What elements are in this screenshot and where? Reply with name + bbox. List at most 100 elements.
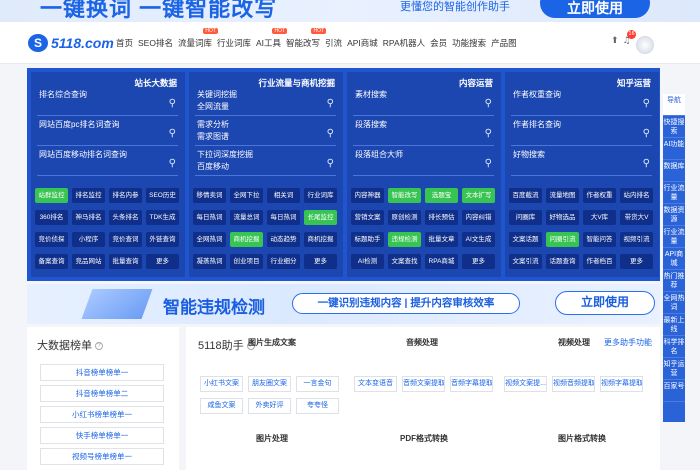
field-option[interactable]: 全网流量 [197, 101, 229, 112]
nav-item[interactable]: 会员 [430, 37, 447, 49]
tool-chip[interactable]: 外链查询 [146, 232, 179, 247]
search-icon[interactable]: ⚲ [643, 98, 650, 109]
tool-chip[interactable]: 带货大V [620, 210, 653, 225]
search-icon[interactable]: ⚲ [327, 128, 334, 139]
tool-chip[interactable]: 行业词库 [304, 188, 337, 203]
nav-item[interactable]: RPA机器人 [383, 37, 425, 49]
tool-chip[interactable]: 头条排名 [109, 210, 142, 225]
tool-chip[interactable]: SEO历史 [146, 188, 179, 203]
tool-chip[interactable]: 动态趋势 [267, 232, 300, 247]
tool-chip[interactable]: 内容纠错 [462, 210, 495, 225]
side-nav-item[interactable]: 导航 [663, 94, 685, 116]
tool-chip[interactable]: 内容神器 [351, 188, 384, 203]
search-field[interactable]: 下拉词深度挖掘 百度移动 ⚲ [195, 149, 336, 176]
tool-chip[interactable]: 站群监控 [35, 188, 68, 203]
search-field[interactable]: 段落组合大师 ⚲ [353, 149, 494, 176]
rank-list-item[interactable]: 小红书榜单榜单一 [40, 406, 164, 423]
tool-chip[interactable]: 360排名 [35, 210, 68, 225]
side-nav-item[interactable]: 全网热词 [663, 292, 685, 314]
tool-chip[interactable]: 原创检测 [388, 210, 421, 225]
tool-chip[interactable]: 每日热词 [193, 210, 226, 225]
site-logo[interactable]: S 5118.com [28, 34, 114, 52]
tool-chip[interactable]: 选题宝 [425, 188, 458, 203]
side-nav-item[interactable]: 行业流量 [663, 226, 685, 248]
tool-chip[interactable]: 全网热词 [193, 232, 226, 247]
side-nav-item[interactable]: API商城 [663, 248, 685, 270]
field-option[interactable]: 百度移动 [197, 161, 229, 172]
tool-chip[interactable]: 问圈库 [509, 210, 542, 225]
rank-list-item[interactable]: 抖音榜单榜单一 [40, 364, 164, 381]
tool-button[interactable]: 外卖好评 [248, 398, 291, 414]
tool-chip[interactable]: 行业细分 [267, 254, 300, 269]
search-icon[interactable]: ⚲ [485, 128, 492, 139]
tool-button[interactable]: 文本变语音 [354, 376, 397, 392]
tool-chip[interactable]: 商机挖掘 [230, 232, 263, 247]
tool-button[interactable]: 咸鱼文案 [200, 398, 243, 414]
tool-chip[interactable]: 商机挖掘 [304, 232, 337, 247]
search-icon[interactable]: ⚲ [169, 128, 176, 139]
search-icon[interactable]: ⚲ [643, 128, 650, 139]
tool-chip[interactable]: 全网下拉 [230, 188, 263, 203]
nav-item[interactable]: 首页 [116, 37, 133, 49]
tool-chip[interactable]: 标题助手 [351, 232, 384, 247]
tool-chip[interactable]: 更多 [462, 254, 495, 269]
tool-chip[interactable]: 作者档百 [583, 254, 616, 269]
tool-chip[interactable]: 文案查找 [388, 254, 421, 269]
tool-chip[interactable]: 排名监控 [72, 188, 105, 203]
tool-chip[interactable]: AI检测 [351, 254, 384, 269]
tool-button[interactable]: 视频文案提... [504, 376, 547, 392]
search-field[interactable]: 段落搜索 ⚲ [353, 119, 494, 146]
nav-item[interactable]: 功能搜索 [452, 37, 486, 49]
search-field[interactable]: 好物搜索 ⚲ [511, 149, 652, 176]
tool-chip[interactable]: 批量文章 [425, 232, 458, 247]
tool-chip[interactable]: 排长预估 [425, 210, 458, 225]
tool-chip[interactable]: 更多 [620, 254, 653, 269]
tool-button[interactable]: 视频音频提取 [552, 376, 595, 392]
tool-button[interactable]: 朋友圈文案 [248, 376, 291, 392]
side-nav-item[interactable]: 数据资源 [663, 204, 685, 226]
tool-chip[interactable]: 流量总词 [230, 210, 263, 225]
tool-chip[interactable]: 更多 [304, 254, 337, 269]
rank-list-item[interactable]: 视频号榜单榜单一 [40, 448, 164, 465]
tool-chip[interactable]: 长尾监控 [304, 210, 337, 225]
tool-chip[interactable]: 凝蒸热词 [193, 254, 226, 269]
search-icon[interactable]: ⚲ [327, 98, 334, 109]
tool-chip[interactable]: 站内排名 [620, 188, 653, 203]
top-banner[interactable]: 一键换词 一键智能改写 更懂您的智能创作助手 立即使用 [0, 0, 700, 22]
side-nav-item[interactable]: 百家号 [663, 380, 685, 402]
field-option[interactable]: 需求图谱 [197, 131, 229, 142]
nav-item[interactable]: SEO排名 [138, 37, 173, 49]
promo-banner[interactable]: 智能违规检测 一键识别违规内容 | 提升内容审核效率 立即使用 [27, 284, 660, 324]
search-icon[interactable]: ⚲ [643, 158, 650, 169]
nav-item[interactable]: API商城 [347, 37, 378, 49]
tool-chip[interactable]: TDK生成 [146, 210, 179, 225]
tool-chip[interactable]: 相关词 [267, 188, 300, 203]
tool-chip[interactable]: 大V库 [583, 210, 616, 225]
tool-chip[interactable]: 话题查询 [546, 254, 579, 269]
tool-button[interactable]: 小红书文案 [200, 376, 243, 392]
tool-chip[interactable]: 智能改写 [388, 188, 421, 203]
side-nav-item[interactable]: 数据库 [663, 160, 685, 182]
search-field[interactable]: 需求分析 需求图谱 ⚲ [195, 119, 336, 146]
search-icon[interactable]: ⚲ [169, 98, 176, 109]
more-assistant-link[interactable]: 更多助手功能 [604, 337, 652, 348]
tool-chip[interactable]: 文案话题 [509, 232, 542, 247]
tool-chip[interactable]: 移情卖词 [193, 188, 226, 203]
tool-chip[interactable]: 竞价查词 [109, 232, 142, 247]
tool-chip[interactable]: 营销文案 [351, 210, 384, 225]
promo-use-button[interactable]: 立即使用 [555, 291, 655, 315]
side-nav-item[interactable]: 热门推荐 [663, 270, 685, 292]
nav-item[interactable]: 产品图 [491, 37, 517, 49]
banner-use-button[interactable]: 立即使用 [540, 0, 650, 18]
tool-chip[interactable]: 批量查询 [109, 254, 142, 269]
tool-chip[interactable]: 好物选品 [546, 210, 579, 225]
tool-chip[interactable]: 更多 [146, 254, 179, 269]
tool-chip[interactable]: 百度截流 [509, 188, 542, 203]
rank-list-item[interactable]: 快手榜单榜单一 [40, 427, 164, 444]
tool-button[interactable]: 视频字幕提取 [600, 376, 643, 392]
search-field[interactable]: 网站百度移动排名词查询 ⚲ [37, 149, 178, 176]
tool-chip[interactable]: 视频引流 [620, 232, 653, 247]
help-icon[interactable]: ? [95, 342, 103, 351]
search-field[interactable]: 网站百度pc排名词查询 ⚲ [37, 119, 178, 146]
tool-chip[interactable]: 违规检测 [388, 232, 421, 247]
